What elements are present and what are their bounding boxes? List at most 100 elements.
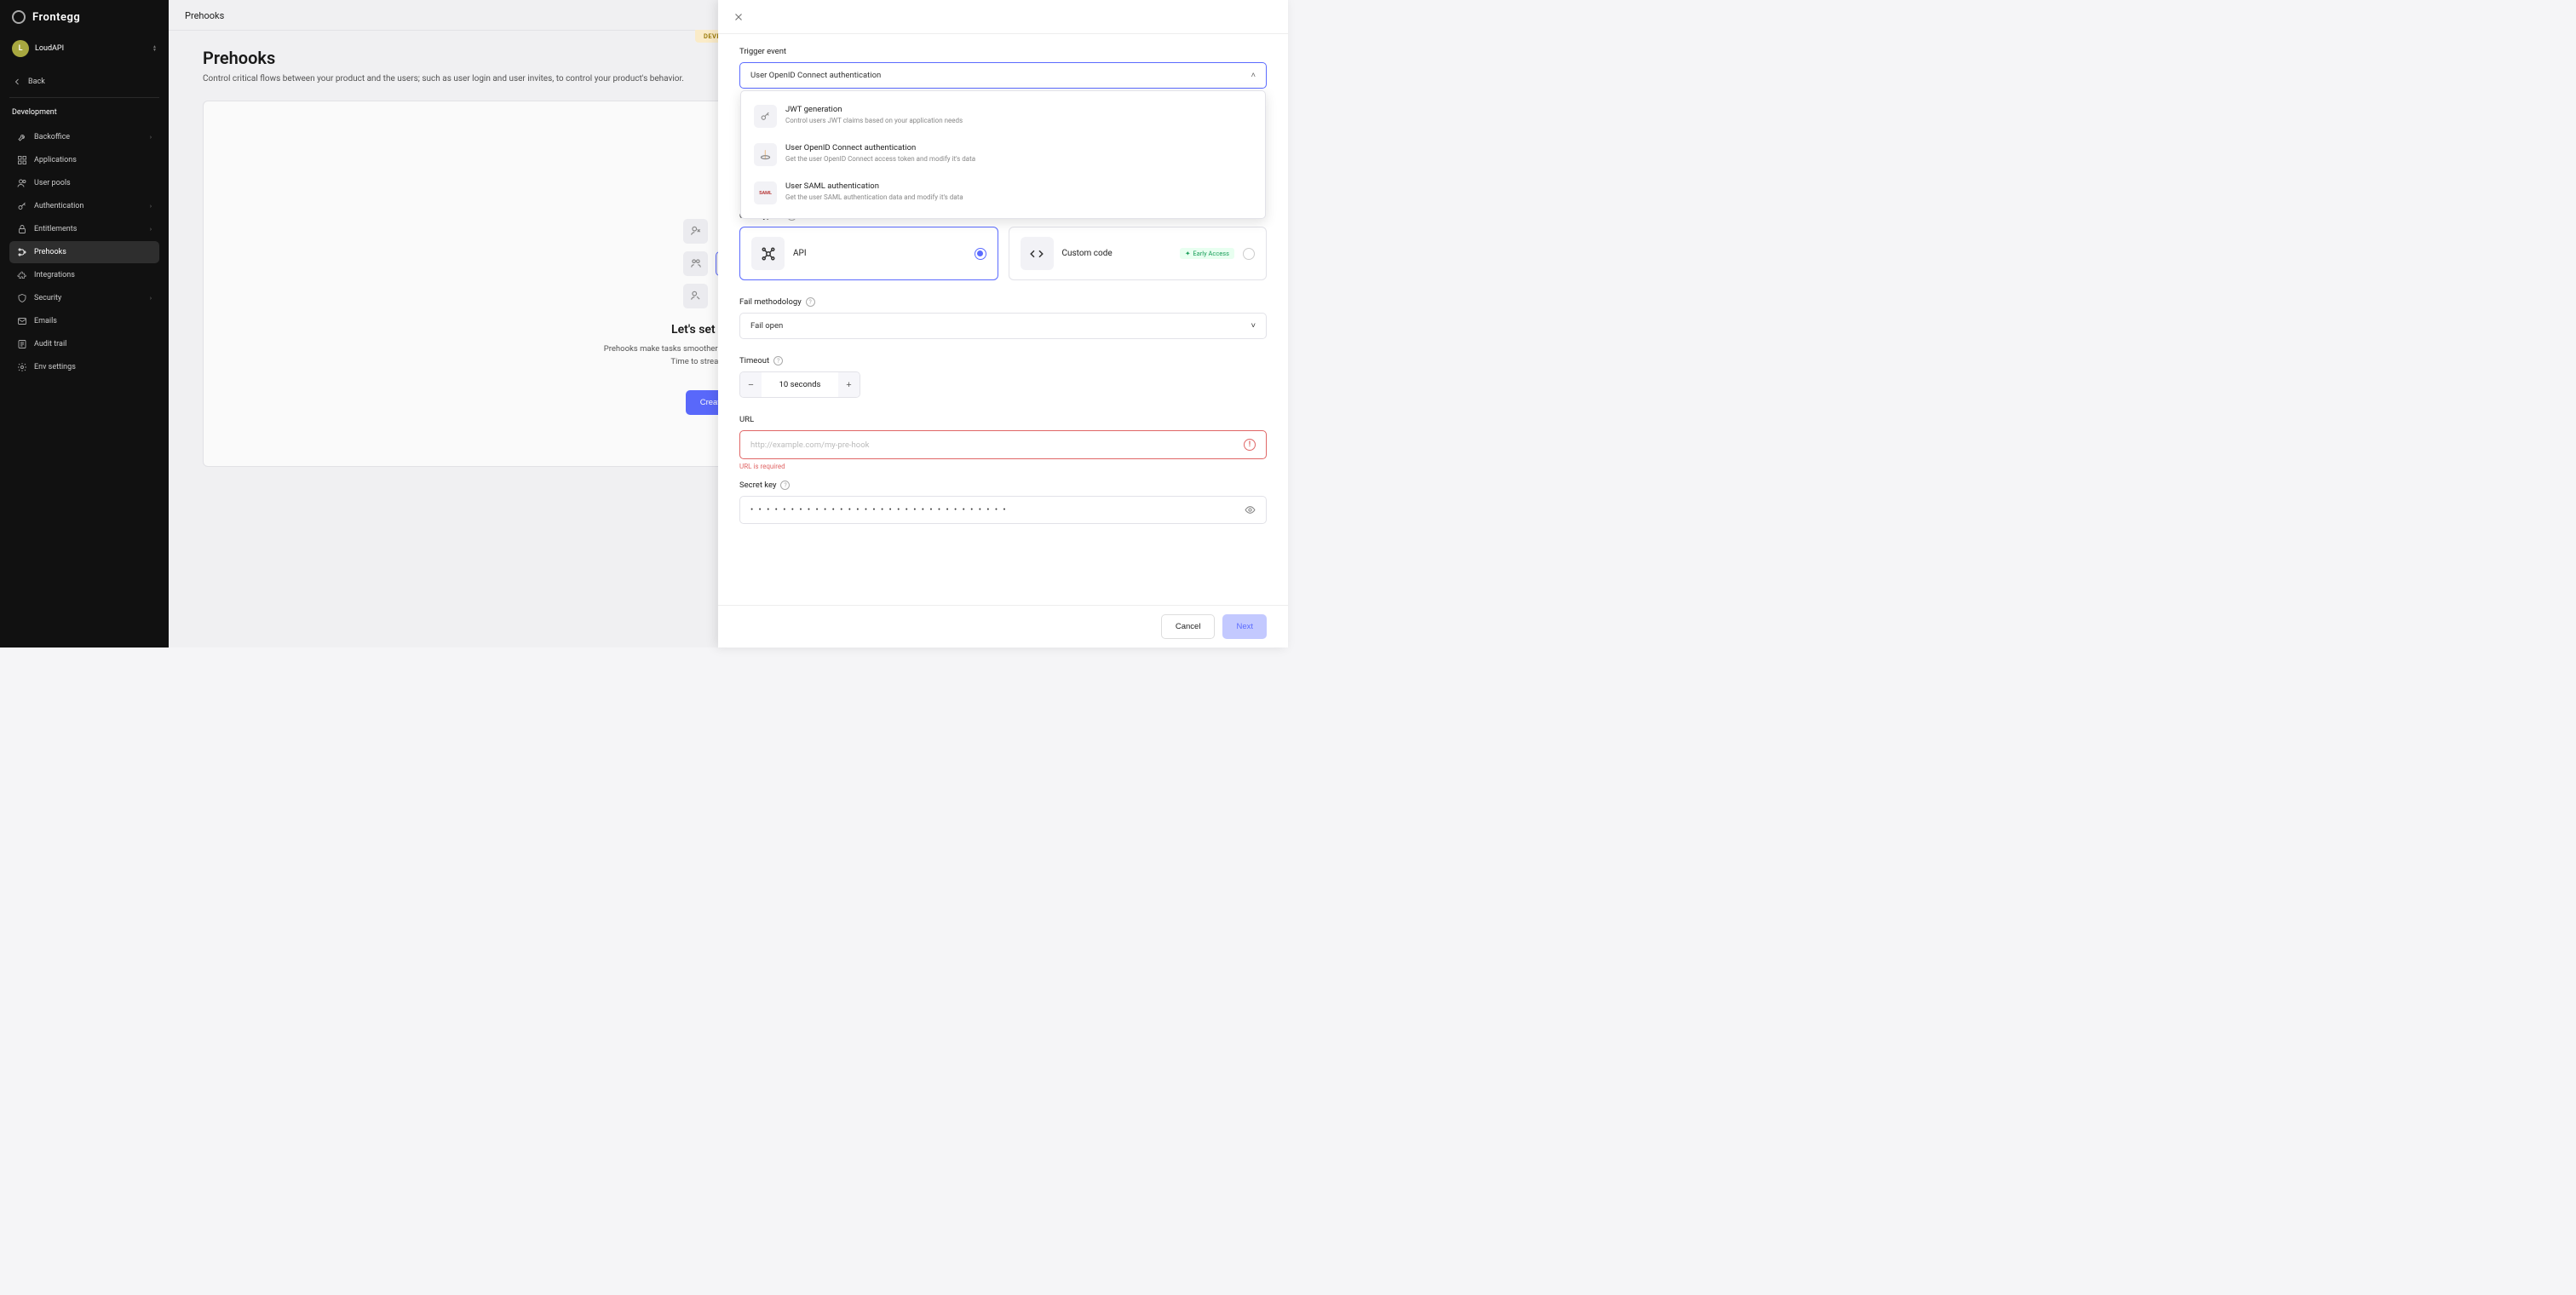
sidebar-nav: Backoffice › Applications User pools Aut…: [0, 126, 169, 378]
error-icon: !: [1244, 439, 1256, 451]
dropdown-item-title: User OpenID Connect authentication: [785, 143, 975, 153]
dropdown-item-desc: Control users JWT claims based on your a…: [785, 117, 963, 124]
sidebar-item-label: Integrations: [34, 271, 75, 279]
sidebar-item-env-settings[interactable]: Env settings: [9, 356, 159, 378]
puzzle-icon: [17, 270, 27, 280]
openid-icon: [754, 143, 777, 166]
sidebar-item-applications[interactable]: Applications: [9, 149, 159, 171]
sidebar-item-audit-trail[interactable]: Audit trail: [9, 333, 159, 355]
chevron-right-icon: ›: [150, 226, 152, 233]
workspace-avatar: L: [12, 40, 29, 57]
create-prehook-panel: Trigger event User OpenID Connect authen…: [718, 0, 1288, 648]
radio-unselected-icon: [1243, 248, 1255, 260]
dropdown-item-jwt[interactable]: JWT generation Control users JWT claims …: [747, 97, 1259, 135]
dropdown-item-oidc[interactable]: User OpenID Connect authentication Get t…: [747, 135, 1259, 174]
sidebar-item-authentication[interactable]: Authentication ›: [9, 195, 159, 217]
url-placeholder: http://example.com/my-pre-hook: [750, 440, 869, 450]
dropdown-item-title: User SAML authentication: [785, 181, 963, 191]
api-icon: [751, 237, 785, 270]
url-label: URL: [739, 415, 1267, 424]
updown-icon: ▲▼: [152, 45, 157, 52]
code-type-label-text: API: [793, 249, 966, 258]
sidebar-item-label: Env settings: [34, 363, 76, 371]
users-icon: [17, 178, 27, 188]
radio-selected-icon: [975, 248, 986, 260]
sidebar-item-security[interactable]: Security ›: [9, 287, 159, 309]
wrench-icon: [17, 132, 27, 142]
workspace-switcher[interactable]: L LoudAPI ▲▼: [0, 36, 169, 69]
url-input[interactable]: http://example.com/my-pre-hook !: [739, 430, 1267, 459]
timeout-stepper: − 10 seconds +: [739, 371, 860, 398]
sidebar-item-backoffice[interactable]: Backoffice ›: [9, 126, 159, 148]
code-type-api[interactable]: API: [739, 227, 998, 280]
workspace-name: LoudAPI: [35, 44, 147, 53]
env-label: Development: [0, 106, 169, 126]
cancel-button[interactable]: Cancel: [1161, 614, 1216, 639]
timeout-increment-button[interactable]: +: [838, 372, 860, 397]
code-icon: [1021, 237, 1054, 270]
timeout-decrement-button[interactable]: −: [740, 372, 762, 397]
fail-methodology-value: Fail open: [750, 321, 783, 331]
list-icon: [17, 339, 27, 349]
branch-icon: [17, 247, 27, 257]
sidebar-item-entitlements[interactable]: Entitlements ›: [9, 218, 159, 240]
key-icon: [17, 201, 27, 211]
code-type-label-text: Custom code: [1062, 249, 1172, 258]
code-type-custom[interactable]: Custom code ✦Early Access: [1009, 227, 1268, 280]
brand-logo: Frontegg: [0, 0, 169, 36]
timeout-value: 10 seconds: [762, 372, 838, 397]
arrow-left-icon: [12, 77, 22, 87]
sidebar-item-integrations[interactable]: Integrations: [9, 264, 159, 286]
sidebar-item-label: Authentication: [34, 202, 83, 210]
sidebar-item-label: Applications: [34, 156, 77, 164]
trigger-event-dropdown: JWT generation Control users JWT claims …: [740, 90, 1266, 219]
secret-key-label: Secret key ?: [739, 481, 1267, 490]
sidebar: Frontegg L LoudAPI ▲▼ Back Development B…: [0, 0, 169, 648]
sidebar-item-prehooks[interactable]: Prehooks: [9, 241, 159, 263]
main-content: Prehooks DEVELOPMENT Prehooks Control cr…: [169, 0, 1288, 648]
shield-icon: [17, 293, 27, 303]
back-label: Back: [28, 78, 45, 86]
close-icon[interactable]: [733, 11, 745, 23]
secret-key-value: • • • • • • • • • • • • • • • • • • • • …: [750, 505, 1008, 515]
sidebar-item-label: Security: [34, 294, 61, 302]
logo-icon: [12, 10, 26, 24]
dropdown-item-desc: Get the user OpenID Connect access token…: [785, 155, 975, 163]
dropdown-item-saml[interactable]: SAML User SAML authentication Get the us…: [747, 174, 1259, 212]
fail-methodology-label: Fail methodology ?: [739, 297, 1267, 307]
divider: [9, 97, 159, 98]
eye-icon[interactable]: [1245, 504, 1256, 515]
gear-icon: [17, 362, 27, 372]
chevron-up-icon: ˄: [1251, 71, 1256, 80]
trigger-event-select[interactable]: User OpenID Connect authentication ˄ JWT…: [739, 62, 1267, 89]
dropdown-item-title: JWT generation: [785, 105, 963, 114]
sidebar-item-label: Emails: [34, 317, 57, 325]
sidebar-item-emails[interactable]: Emails: [9, 310, 159, 332]
trigger-event-label: Trigger event: [739, 47, 1267, 56]
secret-key-input[interactable]: • • • • • • • • • • • • • • • • • • • • …: [739, 496, 1267, 524]
sidebar-item-label: Backoffice: [34, 133, 70, 141]
grid-icon: [17, 155, 27, 165]
saml-icon: SAML: [754, 181, 777, 204]
early-access-badge: ✦Early Access: [1180, 248, 1234, 259]
chevron-right-icon: ›: [150, 295, 152, 302]
url-error-message: URL is required: [739, 463, 1267, 470]
fail-methodology-select[interactable]: Fail open ˅: [739, 313, 1267, 339]
back-link[interactable]: Back: [0, 69, 169, 95]
sidebar-item-label: Prehooks: [34, 248, 66, 256]
sparkle-icon: ✦: [1185, 250, 1190, 257]
sidebar-item-label: Audit trail: [34, 340, 66, 348]
key-icon: [754, 105, 777, 128]
next-button[interactable]: Next: [1222, 614, 1267, 639]
sidebar-item-label: Entitlements: [34, 225, 77, 233]
dropdown-item-desc: Get the user SAML authentication data an…: [785, 193, 963, 201]
sidebar-item-label: User pools: [34, 179, 71, 187]
help-icon[interactable]: ?: [806, 297, 815, 307]
brand-name: Frontegg: [32, 11, 80, 24]
help-icon[interactable]: ?: [780, 481, 790, 490]
mail-icon: [17, 316, 27, 326]
chevron-right-icon: ›: [150, 134, 152, 141]
lock-icon: [17, 224, 27, 234]
sidebar-item-user-pools[interactable]: User pools: [9, 172, 159, 194]
help-icon[interactable]: ?: [773, 356, 783, 365]
